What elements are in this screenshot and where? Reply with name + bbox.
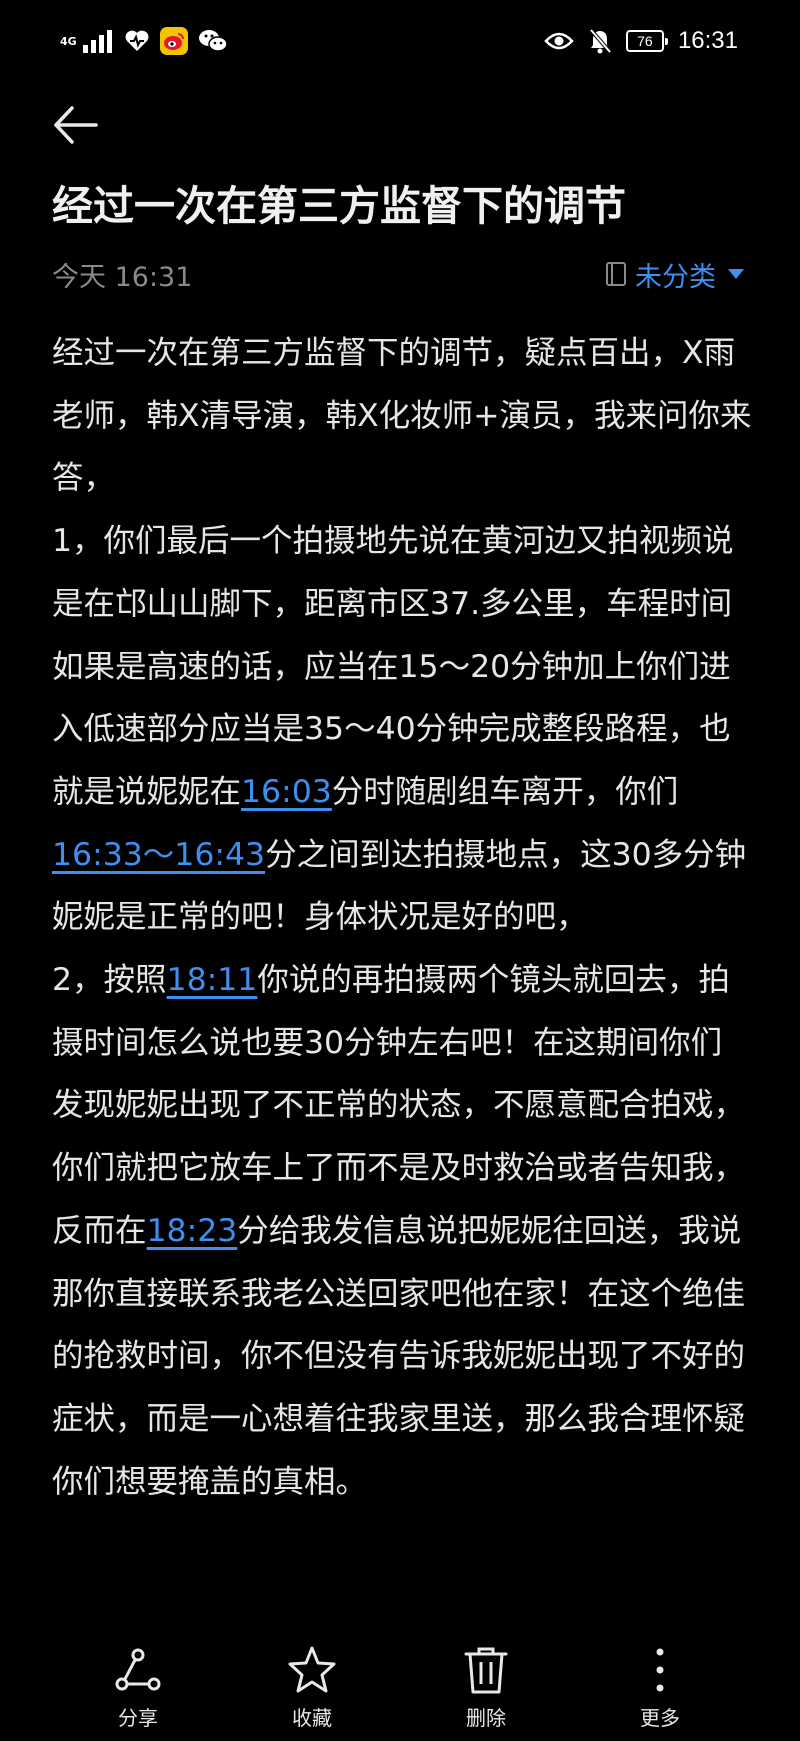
eye-icon xyxy=(544,32,574,50)
star-icon xyxy=(288,1646,336,1693)
dropdown-caret-icon xyxy=(728,269,744,279)
network-type: 4G xyxy=(60,34,77,48)
trash-icon xyxy=(464,1647,508,1694)
category-label: 未分类 xyxy=(635,261,716,293)
note-paragraph: 2，按照18:11你说的再拍摄两个镜头就回去，拍摄时间怎么说也要30分钟左右吧！… xyxy=(52,949,752,1513)
note-timestamp: 今天 16:31 xyxy=(52,261,193,293)
wechat-icon xyxy=(199,30,228,52)
signal-icon xyxy=(83,30,112,53)
status-bar: 4G 76 16:31 xyxy=(0,0,800,84)
battery-indicator: 76 xyxy=(625,30,668,52)
status-right-icons: 76 16:31 xyxy=(544,26,738,56)
delete-button[interactable]: 删除 xyxy=(426,1644,546,1731)
health-heart-icon xyxy=(125,30,149,51)
paragraph-text: 1，你们最后一个拍摄地先说在黄河边又拍视频说是在邙山山脚下，距离市区37.多公里… xyxy=(52,523,734,810)
note-body[interactable]: 经过一次在第三方监督下的调节，疑点百出，X雨老师，韩X清导演，韩X化妆师+演员，… xyxy=(52,322,752,1513)
more-button[interactable]: 更多 xyxy=(600,1644,720,1731)
time-link[interactable]: 16:33～16:43 xyxy=(52,837,265,873)
delete-label: 删除 xyxy=(466,1706,506,1730)
weibo-icon xyxy=(160,27,188,55)
favorite-label: 收藏 xyxy=(292,1706,332,1730)
paragraph-text: 分给我发信息说把妮妮往回送，我说那你直接联系我老公送回家吧他在家！在这个绝佳的抢… xyxy=(52,1212,746,1500)
status-left-icons: 4G xyxy=(60,26,228,56)
note-title[interactable]: 经过一次在第三方监督下的调节 xyxy=(52,178,752,234)
mute-bell-icon xyxy=(589,28,612,54)
status-clock: 16:31 xyxy=(677,27,738,54)
paragraph-text: 经过一次在第三方监督下的调节，疑点百出，X雨老师，韩X清导演，韩X化妆师+演员，… xyxy=(52,335,752,497)
share-label: 分享 xyxy=(118,1706,158,1730)
more-label: 更多 xyxy=(640,1706,680,1730)
share-button[interactable]: 分享 xyxy=(78,1644,198,1731)
paragraph-text: 你说的再拍摄两个镜头就回去，拍摄时间怎么说也要30分钟左右吧！在这期间你们发现妮… xyxy=(52,962,746,1249)
paragraph-text: 2，按照 xyxy=(52,962,167,999)
paragraph-text: 分时随剧组车离开，你们 xyxy=(331,773,679,810)
back-arrow-icon xyxy=(54,106,98,144)
back-button[interactable] xyxy=(50,100,100,150)
favorite-button[interactable]: 收藏 xyxy=(252,1644,372,1731)
notebook-icon xyxy=(606,262,626,286)
share-icon xyxy=(115,1648,161,1691)
bottom-toolbar: 分享 收藏 删除 更多 xyxy=(0,1634,800,1741)
time-link[interactable]: 18:23 xyxy=(147,1213,238,1249)
time-link[interactable]: 16:03 xyxy=(241,774,332,810)
note-paragraph: 经过一次在第三方监督下的调节，疑点百出，X雨老师，韩X清导演，韩X化妆师+演员，… xyxy=(52,322,752,510)
time-link[interactable]: 18:11 xyxy=(167,962,258,998)
note-paragraph: 1，你们最后一个拍摄地先说在黄河边又拍视频说是在邙山山脚下，距离市区37.多公里… xyxy=(52,510,752,949)
more-vertical-icon xyxy=(656,1648,664,1692)
category-selector[interactable]: 未分类 xyxy=(605,255,744,294)
note-meta: 今天 16:31 未分类 xyxy=(52,254,744,294)
